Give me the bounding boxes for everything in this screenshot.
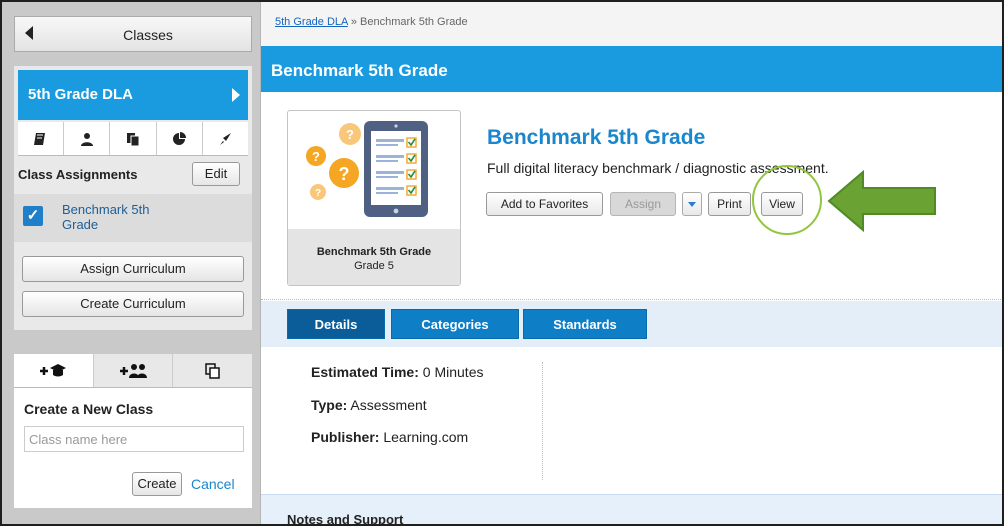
create-curriculum-button[interactable]: Create Curriculum: [22, 291, 244, 317]
book-icon[interactable]: [18, 122, 65, 155]
class-icon-tabs: [18, 122, 248, 156]
chevron-right-icon: [232, 88, 240, 102]
detail-label: Estimated Time:: [311, 364, 419, 380]
detail-label: Publisher:: [311, 429, 380, 445]
add-to-favorites-button[interactable]: Add to Favorites: [486, 192, 603, 216]
class-name: 5th Grade DLA: [28, 86, 134, 103]
class-name-input[interactable]: Class name here: [24, 426, 244, 452]
class-selector[interactable]: 5th Grade DLA: [18, 70, 248, 120]
tab-categories[interactable]: Categories: [391, 309, 519, 339]
copy-icon[interactable]: [110, 122, 157, 155]
detail-publisher: Publisher: Learning.com: [311, 429, 468, 445]
highlight-circle: [752, 165, 822, 235]
section-separator: [261, 299, 1002, 300]
detail-label: Type:: [311, 397, 348, 413]
tab-bar: Details Categories Standards: [261, 301, 1002, 347]
main-content: 5th Grade DLA » Benchmark 5th Grade Benc…: [260, 2, 1002, 524]
assessment-illustration: ? ? ? ?: [306, 121, 428, 217]
svg-text:?: ?: [339, 164, 350, 184]
add-class-icon[interactable]: [14, 354, 94, 387]
sidebar: Classes 5th Grade DLA Class Assignments …: [2, 2, 260, 524]
notes-and-support-header: Notes and Support: [261, 494, 1002, 524]
add-students-icon[interactable]: [93, 354, 174, 387]
detail-value: 0 Minutes: [418, 364, 484, 380]
classes-back-button[interactable]: Classes: [14, 16, 252, 52]
details-panel: Estimated Time: 0 Minutes Type: Assessme…: [261, 347, 1002, 487]
card-title: Benchmark 5th Grade: [316, 246, 432, 258]
new-class-title: Create a New Class: [24, 401, 154, 417]
edit-button[interactable]: Edit: [192, 162, 240, 186]
class-panel: 5th Grade DLA Class Assignments Edit ✓ B…: [14, 66, 252, 330]
tab-standards[interactable]: Standards: [523, 309, 647, 339]
assignment-label[interactable]: Benchmark 5th Grade: [62, 202, 182, 232]
breadcrumb-separator: »: [347, 16, 361, 28]
cancel-link[interactable]: Cancel: [191, 476, 235, 492]
user-icon[interactable]: [64, 122, 111, 155]
curriculum-card[interactable]: ? ? ? ? Benchmark 5th Grade Grade 5: [287, 110, 461, 286]
breadcrumb: 5th Grade DLA » Benchmark 5th Grade: [261, 2, 1002, 46]
detail-estimated-time: Estimated Time: 0 Minutes: [311, 364, 483, 380]
pointer-arrow-icon: [827, 170, 936, 232]
detail-value: Learning.com: [379, 429, 469, 445]
pie-chart-icon[interactable]: [157, 122, 203, 155]
assignment-item[interactable]: ✓ Benchmark 5th Grade: [14, 194, 252, 242]
card-caption: Benchmark 5th Grade Grade 5: [288, 229, 460, 285]
copy-class-icon[interactable]: [173, 354, 253, 387]
breadcrumb-parent-link[interactable]: 5th Grade DLA: [275, 16, 348, 28]
assign-curriculum-button[interactable]: Assign Curriculum: [22, 256, 244, 282]
detail-value: Assessment: [347, 397, 427, 413]
assign-dropdown-icon[interactable]: [682, 192, 702, 216]
svg-text:?: ?: [346, 127, 354, 142]
card-grade: Grade 5: [354, 260, 394, 272]
new-class-tabs: [14, 354, 253, 388]
breadcrumb-current: Benchmark 5th Grade: [360, 16, 468, 28]
detail-type: Type: Assessment: [311, 397, 427, 413]
assign-button[interactable]: Assign: [610, 192, 676, 216]
details-divider: [542, 362, 543, 480]
classes-label: Classes: [123, 27, 173, 43]
print-button[interactable]: Print: [708, 192, 751, 216]
curriculum-title: Benchmark 5th Grade: [487, 126, 706, 149]
create-button[interactable]: Create: [132, 472, 182, 496]
tab-details[interactable]: Details: [287, 309, 385, 339]
svg-text:?: ?: [312, 149, 320, 164]
rocket-icon[interactable]: [203, 122, 248, 155]
app-window: Classes 5th Grade DLA Class Assignments …: [0, 0, 1004, 526]
new-class-panel: Create a New Class Class name here Creat…: [14, 354, 253, 508]
svg-text:?: ?: [315, 188, 321, 199]
assignment-checkbox[interactable]: ✓: [23, 206, 43, 226]
class-assignments-title: Class Assignments: [18, 167, 138, 182]
page-header: Benchmark 5th Grade: [261, 46, 1002, 92]
